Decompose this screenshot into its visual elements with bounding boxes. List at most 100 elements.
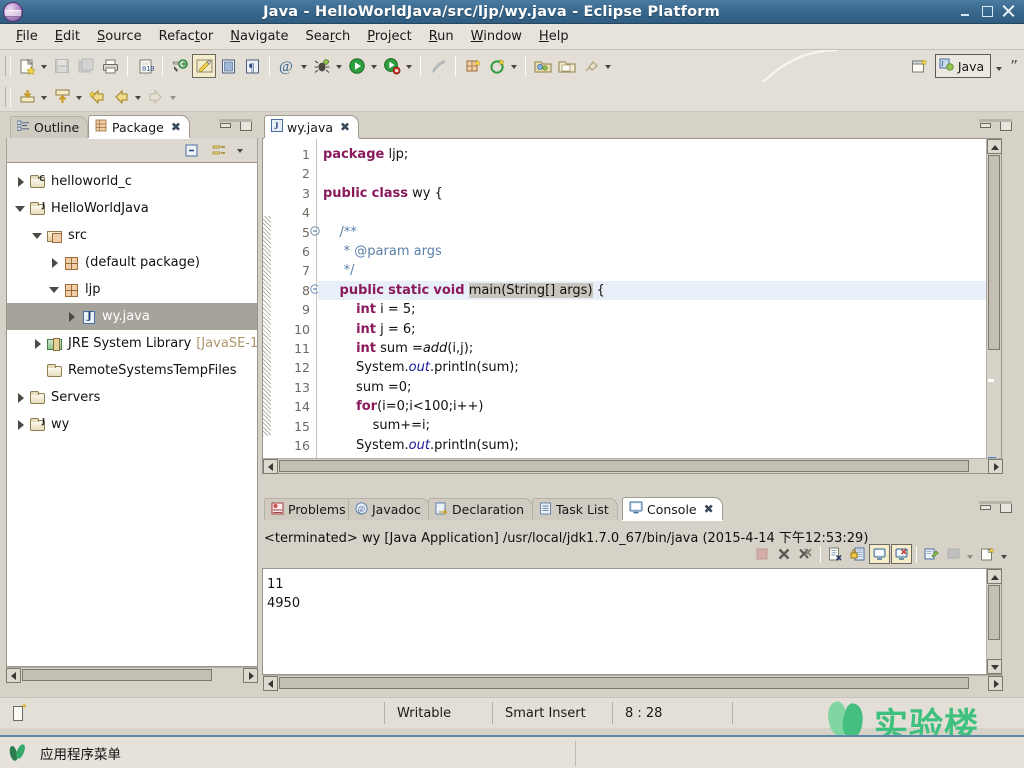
code-line[interactable]: sum =0; [318,378,1001,397]
code-line[interactable]: public class wy { [318,184,1001,203]
tab-task-list[interactable]: Task List [532,498,618,520]
menu-edit[interactable]: Edit [47,26,88,47]
save-icon[interactable] [50,54,74,78]
tree-twisty-icon[interactable] [13,390,29,406]
pin-dropdown[interactable] [603,55,614,77]
tab-package-explorer[interactable]: Package ✖ [88,115,190,138]
close-console-tab-icon[interactable]: ✖ [704,502,714,516]
menu-source[interactable]: Source [89,26,150,47]
code-line[interactable]: System.out.println(sum); [318,436,1001,455]
tree-twisty-icon[interactable] [13,417,29,433]
remove-launch-icon[interactable] [773,544,794,564]
editor-hscroll-thumb[interactable] [279,460,969,472]
pin-console-icon[interactable] [921,544,942,564]
save-all-icon[interactable] [74,54,98,78]
last-edit-dropdown[interactable] [299,55,310,77]
editor-vscrollbar[interactable] [986,139,1001,473]
console-vscroll-thumb[interactable] [988,585,1000,640]
toolbar-grip-2[interactable] [5,87,11,107]
back-history-icon[interactable] [85,85,109,109]
view-menu-icon[interactable] [235,139,249,161]
code-line[interactable]: sum+=i; [318,416,1001,435]
menu-help[interactable]: Help [531,26,577,47]
previous-edit-dropdown[interactable] [39,86,50,108]
toolbar-grip[interactable] [5,56,11,76]
code-editor-area[interactable]: 1234567891011121314151617 package ljp; p… [262,138,1002,474]
code-line[interactable]: for(i=0;i<100;i++) [318,397,1001,416]
menu-search[interactable]: Search [298,26,359,47]
console-vscrollbar[interactable] [986,569,1001,674]
vscroll-thumb[interactable] [988,155,1000,350]
perspective-java-button[interactable]: J Java [935,54,991,78]
perspective-dropdown-icon[interactable] [994,57,1005,75]
display-selected-dropdown[interactable] [965,545,976,563]
pin-editor-icon[interactable] [579,54,603,78]
new-class-dropdown[interactable] [509,55,520,77]
skip-breakpoints-icon[interactable] [426,54,450,78]
menu-refactor[interactable]: Refactor [151,26,222,47]
open-console-dropdown[interactable] [999,545,1010,563]
run-external-icon[interactable] [380,54,404,78]
tree-item-src[interactable]: src [7,222,257,249]
run-dropdown[interactable] [369,55,380,77]
scroll-lock-icon[interactable] [847,544,868,564]
forward-nav-icon[interactable] [144,85,168,109]
print-icon[interactable] [98,54,122,78]
open-resource-icon[interactable] [555,54,579,78]
code-line[interactable] [318,164,1001,183]
source-code[interactable]: package ljp; public class wy { /** * @pa… [318,145,1001,473]
forward-history-icon[interactable] [109,85,133,109]
console-hscroll-right[interactable] [988,676,1003,691]
run-external-dropdown[interactable] [404,55,415,77]
console-vscroll-up[interactable] [987,569,1002,584]
tab-console[interactable]: Console ✖ [622,497,723,520]
tree-item-helloworldjava[interactable]: HelloWorldJava [7,195,257,222]
remove-all-launches-icon[interactable] [795,544,816,564]
maximize-editor-icon[interactable] [1000,119,1012,131]
close-tab-icon[interactable]: ✖ [171,120,181,134]
console-output[interactable]: 114950 [262,568,1002,675]
open-type-icon[interactable] [192,54,216,78]
new-java-project-icon[interactable] [461,54,485,78]
maximize-console-icon[interactable] [1000,501,1012,513]
tree-item-ljp[interactable]: ljp [7,276,257,303]
close-editor-tab-icon[interactable]: ✖ [340,120,350,134]
code-line[interactable]: /** [318,223,1001,242]
previous-edit-icon[interactable] [15,85,39,109]
tree-item-jre-system-library[interactable]: JRE System Library[JavaSE-1.7] [7,330,257,357]
code-line[interactable]: public static void main(String[] args) { [318,281,1001,300]
tab-declaration[interactable]: Declaration [428,498,533,520]
code-line[interactable]: */ [318,261,1001,280]
editor-hscroll-right[interactable] [988,459,1003,474]
tree-item-wy[interactable]: wy [7,411,257,438]
maximize-view-icon[interactable] [240,119,252,131]
package-explorer-tree[interactable]: helloworld_cHelloWorldJavasrc(default pa… [7,163,257,666]
console-vscroll-down[interactable] [987,659,1002,674]
next-edit-icon[interactable] [50,85,74,109]
tree-twisty-icon[interactable] [64,309,80,325]
console-hscroll-thumb[interactable] [279,677,969,689]
tree-twisty-icon[interactable] [47,282,63,298]
editor-hscroll-left[interactable] [263,459,278,474]
vscroll-up-button[interactable] [987,139,1002,154]
open-perspective-icon[interactable] [908,54,932,78]
code-line[interactable]: int j = 6; [318,320,1001,339]
tree-item-helloworld-c[interactable]: helloworld_c [7,168,257,195]
history-dropdown[interactable] [133,86,144,108]
debug-icon[interactable] [310,54,334,78]
debug-dropdown[interactable] [334,55,345,77]
open-console-icon[interactable] [977,544,998,564]
show-console-on-error-icon[interactable] [891,544,912,564]
last-edit-location-icon[interactable]: @ [275,54,299,78]
tree-twisty-icon[interactable] [30,228,46,244]
tree-twisty-icon[interactable] [47,255,63,271]
code-line[interactable]: int sum =add(i,j); [318,339,1001,358]
run-icon[interactable] [345,54,369,78]
console-hscrollbar[interactable] [263,675,1003,690]
terminate-icon[interactable] [751,544,772,564]
restore-perspective-icon[interactable]: ” [1010,57,1018,75]
previous-annotation-icon[interactable]: ¶ [240,54,264,78]
code-line[interactable]: System.out.println(sum); [318,358,1001,377]
menu-run[interactable]: Run [421,26,462,47]
tree-twisty-icon[interactable] [13,201,29,217]
